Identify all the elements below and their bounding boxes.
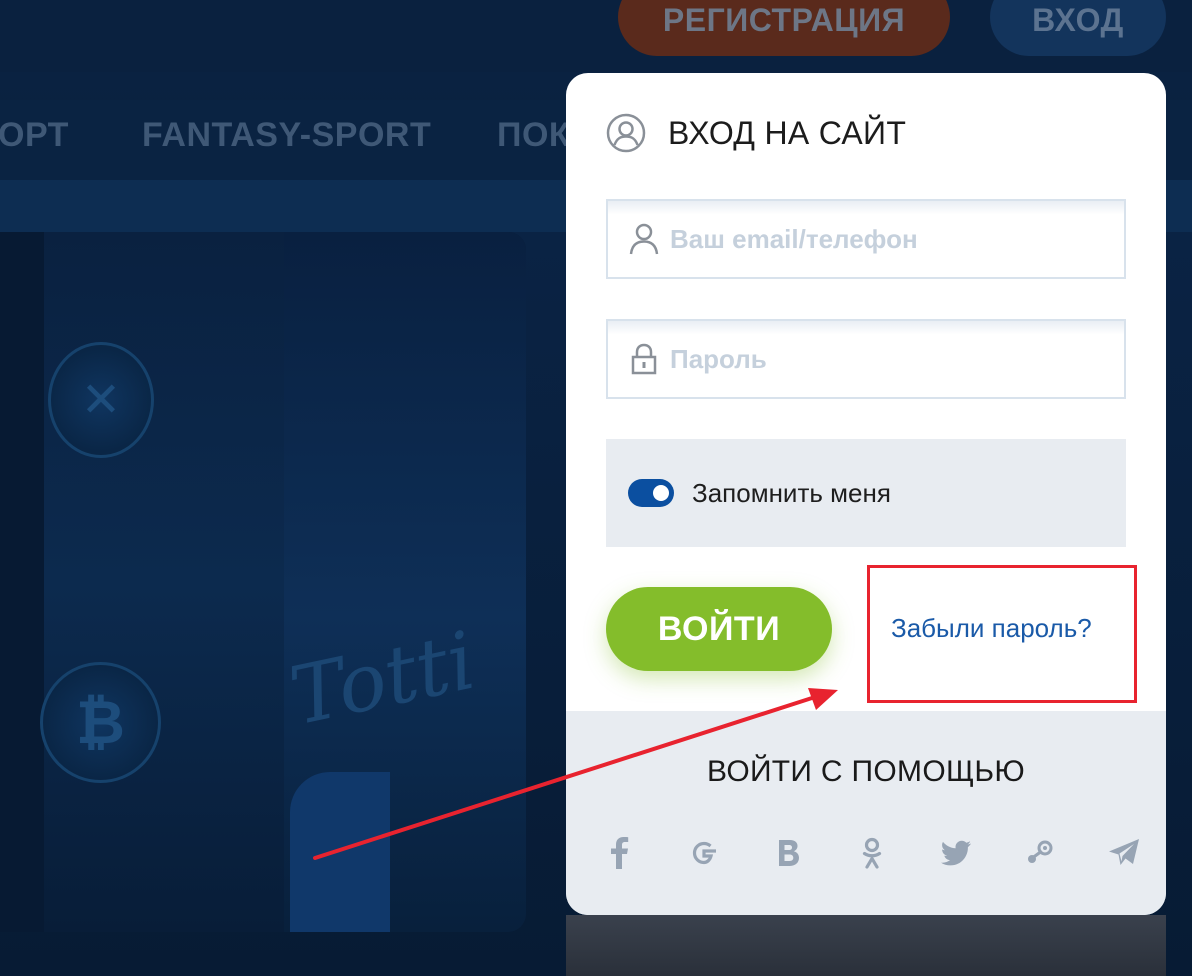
- nav-item-fantasy-sport[interactable]: FANTASY-SPORT: [142, 116, 431, 155]
- social-login-title: ВОЙТИ С ПОМОЩЬЮ: [707, 755, 1025, 788]
- toggle-knob: [653, 485, 669, 501]
- social-login-section: ВОЙТИ С ПОМОЩЬЮ: [566, 711, 1166, 915]
- player-shirt: [290, 772, 390, 932]
- steam-icon[interactable]: [1014, 827, 1066, 879]
- google-icon[interactable]: [678, 827, 730, 879]
- email-field[interactable]: [606, 199, 1126, 279]
- social-login-icons: [594, 827, 1150, 879]
- telegram-icon[interactable]: [1098, 827, 1150, 879]
- vk-icon[interactable]: [762, 827, 814, 879]
- banner-panel: [44, 232, 284, 932]
- bitcoin-coin-icon: ₿: [40, 662, 161, 783]
- modal-shadow: [566, 915, 1166, 976]
- submit-login-button[interactable]: ВОЙТИ: [606, 587, 832, 671]
- nav-item-sport[interactable]: ОРТ: [0, 116, 69, 155]
- login-button[interactable]: ВХОД: [990, 0, 1166, 56]
- nav-item-poker[interactable]: ПОК: [497, 116, 570, 155]
- password-field[interactable]: [606, 319, 1126, 399]
- user-circle-icon: [606, 113, 646, 153]
- remember-me-label[interactable]: Запомнить меня: [692, 478, 891, 509]
- promo-banner[interactable]: ✕ ₿ Totti: [0, 232, 526, 932]
- facebook-icon[interactable]: [594, 827, 646, 879]
- user-icon: [629, 223, 659, 255]
- login-modal: ВХОД НА САЙТ Запомнить меня ВОЙТИ Забыли…: [566, 73, 1166, 915]
- remember-me-row: Запомнить меня: [606, 439, 1126, 547]
- email-input[interactable]: [670, 223, 1110, 255]
- twitter-icon[interactable]: [930, 827, 982, 879]
- lock-icon: [631, 343, 657, 375]
- register-button[interactable]: РЕГИСТРАЦИЯ: [618, 0, 950, 56]
- odnoklassniki-icon[interactable]: [846, 827, 898, 879]
- modal-header: ВХОД НА САЙТ: [606, 113, 906, 153]
- crypto-coin-icon: ✕: [48, 342, 154, 458]
- annotation-highlight-box: [867, 565, 1137, 703]
- remember-me-toggle[interactable]: [628, 479, 674, 507]
- modal-title: ВХОД НА САЙТ: [668, 114, 907, 151]
- password-input[interactable]: [670, 343, 1110, 375]
